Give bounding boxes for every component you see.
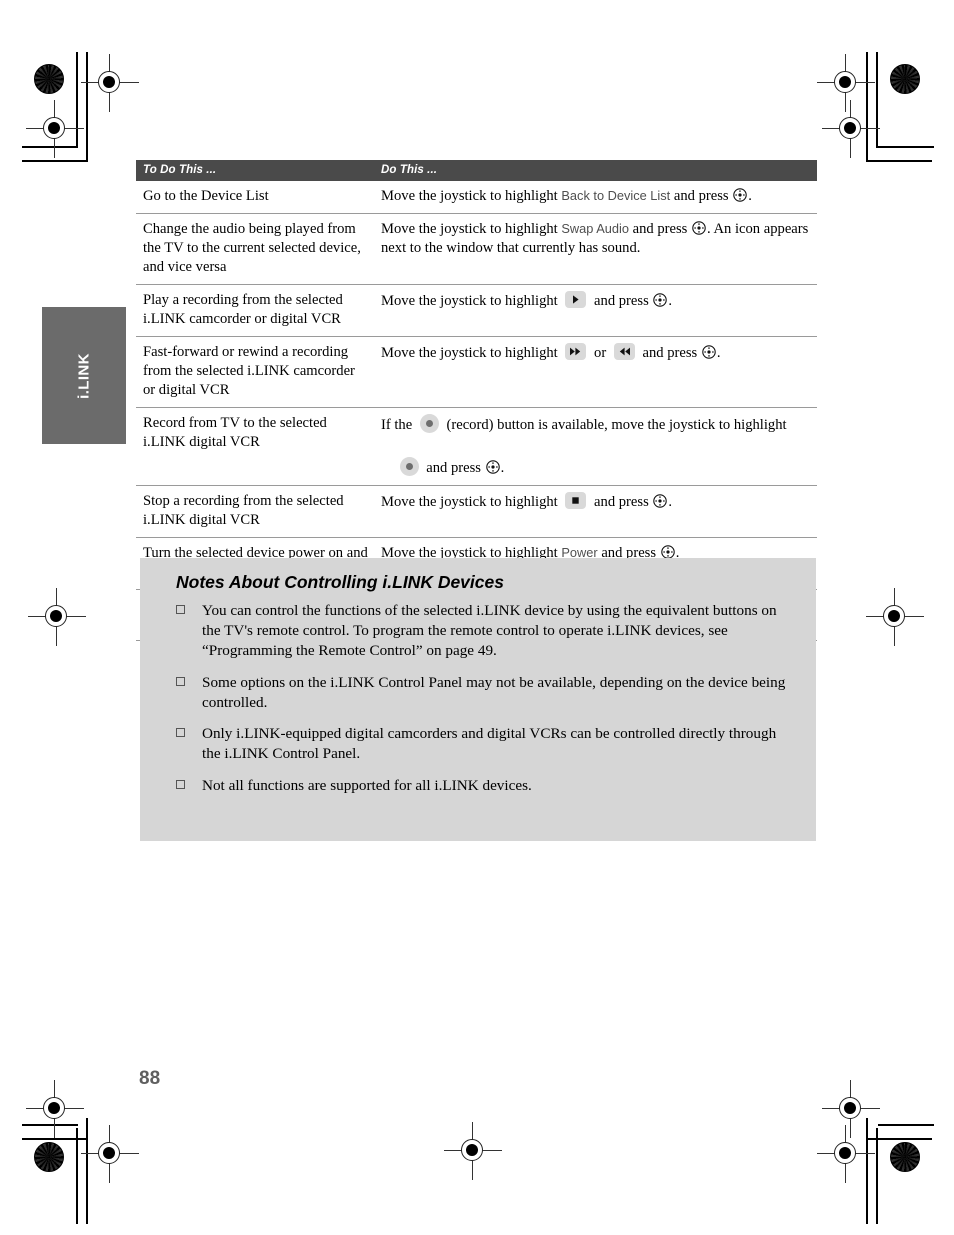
- checkbox-bullet-icon: [176, 603, 186, 614]
- table-row: Stop a recording from the selected i.LIN…: [136, 485, 817, 538]
- registration-mark-bottom-right-upper: [822, 1080, 880, 1138]
- density-dot-top-left: [34, 64, 64, 94]
- cell-do-this: Move the joystick to highlight Back to D…: [374, 181, 817, 214]
- joystick-select-icon: [692, 221, 706, 235]
- checkbox-bullet-icon: [176, 777, 186, 789]
- cell-do-this: Move the joystick to highlight and press…: [374, 284, 817, 337]
- cell-to-do-this: Go to the Device List: [136, 181, 374, 214]
- note-item-text: Not all functions are supported for all …: [202, 776, 532, 794]
- joystick-select-icon: [653, 493, 668, 508]
- table-row: Play a recording from the selected i.LIN…: [136, 284, 817, 337]
- record-button-icon: [399, 456, 419, 476]
- chapter-side-tab-label: i.LINK: [75, 352, 93, 399]
- note-item: Only i.LINK-equipped digital camcorders …: [158, 724, 798, 764]
- note-item: Some options on the i.LINK Control Panel…: [158, 673, 798, 713]
- cell-do-this: If the (record) button is available, mov…: [374, 407, 817, 486]
- chapter-side-tab: i.LINK: [42, 307, 126, 444]
- table-row: Record from TV to the selected i.LINK di…: [136, 407, 817, 486]
- page-number: 88: [139, 1068, 161, 1089]
- rewind-button-icon: [613, 342, 635, 360]
- registration-mark-left-middle: [28, 588, 86, 646]
- density-dot-bottom-left: [34, 1142, 64, 1172]
- play-button-icon: [565, 290, 587, 308]
- cell-to-do-this: Fast-forward or rewind a recording from …: [136, 336, 374, 408]
- registration-mark-top-right-lower: [822, 100, 880, 158]
- ui-option-label: Back to Device List: [561, 188, 671, 203]
- table-header-row: To Do This ... Do This ...: [136, 160, 817, 181]
- notes-title: Notes About Controlling i.LINK Devices: [176, 572, 504, 592]
- ui-option-label: Swap Audio: [561, 220, 629, 236]
- table-row: Go to the Device List Move the joystick t…: [136, 181, 817, 214]
- cell-do-this: Move the joystick to highlight and press…: [374, 485, 817, 538]
- cell-to-do-this: Change the audio being played from the T…: [136, 213, 374, 285]
- note-item-text: Some options on the i.LINK Control Panel…: [202, 673, 786, 711]
- table-row: Change the audio being played from the T…: [136, 213, 817, 285]
- joystick-select-icon: [485, 459, 500, 474]
- cell-to-do-this: Record from TV to the selected i.LINK di…: [136, 407, 374, 486]
- registration-mark-bottom-left-inner: [81, 1125, 139, 1183]
- fast-forward-button-icon: [565, 342, 587, 360]
- stop-button-icon: [565, 491, 587, 509]
- column-header-do-this: Do This ...: [374, 160, 817, 181]
- density-dot-bottom-right: [890, 1142, 920, 1172]
- registration-mark-right-middle: [866, 588, 924, 646]
- joystick-select-icon: [702, 345, 716, 359]
- joystick-select-icon: [733, 188, 747, 202]
- note-item-text: You can control the functions of the sel…: [202, 602, 777, 660]
- column-header-to-do-this: To Do This ...: [136, 160, 374, 181]
- notes-panel: Notes About Controlling i.LINK Devices Y…: [140, 558, 816, 841]
- cell-do-this: Move the joystick to highlight Swap Audi…: [374, 213, 817, 285]
- line-break: [381, 435, 811, 457]
- note-item-text: Only i.LINK-equipped digital camcorders …: [202, 725, 777, 763]
- registration-mark-bottom-center: [444, 1122, 502, 1180]
- record-button-icon: [419, 413, 439, 433]
- note-item: Not all functions are supported for all …: [158, 776, 798, 796]
- registration-mark-top-right-inner: [817, 54, 875, 112]
- registration-mark-top-left-inner: [81, 54, 139, 112]
- joystick-select-icon: [660, 544, 675, 559]
- registration-mark-bottom-left-upper: [26, 1080, 84, 1138]
- joystick-select-icon: [653, 293, 668, 307]
- note-item: You can control the functions of the sel…: [158, 601, 798, 662]
- density-dot-top-right: [890, 64, 920, 94]
- table-row: Fast-forward or rewind a recording from …: [136, 336, 817, 408]
- registration-mark-top-left-lower: [26, 100, 84, 158]
- checkbox-bullet-icon: [176, 674, 186, 686]
- notes-list: You can control the functions of the sel…: [158, 601, 798, 796]
- cell-to-do-this: Play a recording from the selected i.LIN…: [136, 284, 374, 337]
- cell-to-do-this: Stop a recording from the selected i.LIN…: [136, 485, 374, 538]
- registration-mark-bottom-right-inner: [817, 1125, 875, 1183]
- checkbox-bullet-icon: [176, 726, 186, 738]
- cell-do-this: Move the joystick to highlight or and pr…: [374, 336, 817, 408]
